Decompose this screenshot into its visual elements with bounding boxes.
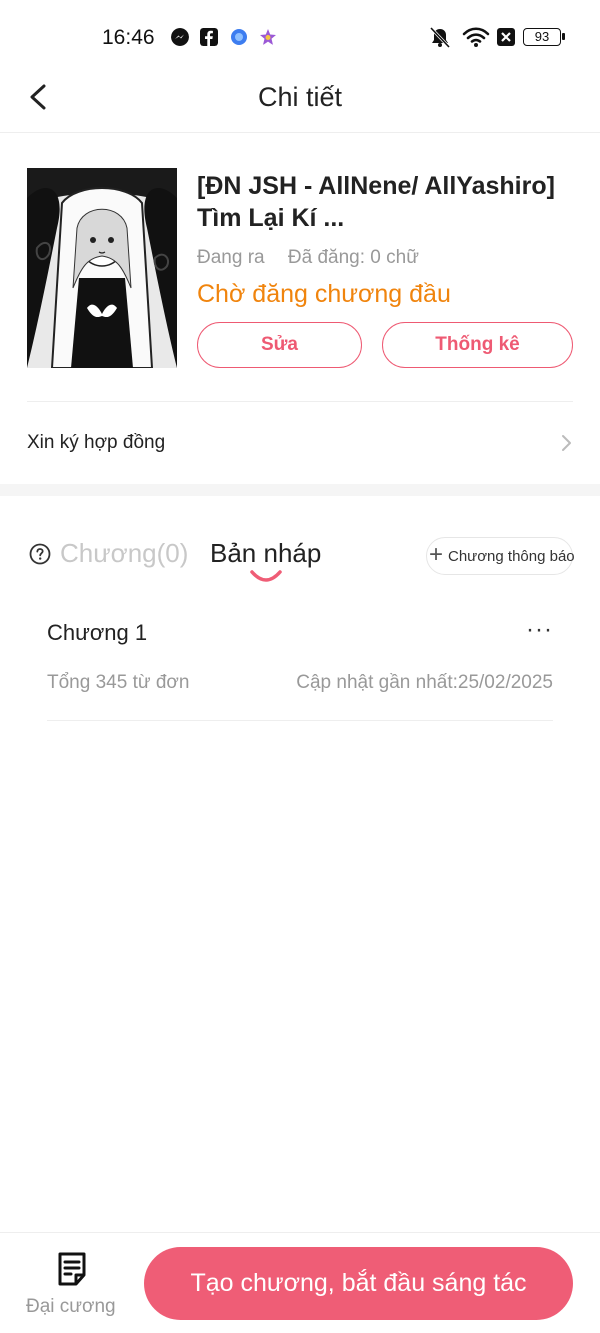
section-divider	[0, 484, 600, 496]
sim-off-icon	[497, 28, 515, 46]
app-icon-star	[260, 29, 276, 45]
outline-button[interactable]: Đại cương	[20, 1251, 124, 1321]
draft-updated-date: Cập nhật gần nhất:25/02/2025	[296, 672, 553, 693]
plus-icon: +	[429, 541, 444, 568]
cover-illustration	[27, 168, 177, 368]
create-chapter-button[interactable]: Tạo chương, bắt đầu sáng tác	[144, 1247, 573, 1320]
edit-button[interactable]: Sửa	[197, 322, 362, 368]
outline-document-icon	[58, 1252, 86, 1286]
book-meta: Đang ra Đã đăng: 0 chữ	[197, 247, 437, 269]
help-icon[interactable]	[29, 543, 51, 565]
battery-icon: 93	[523, 28, 565, 46]
facebook-icon	[200, 28, 218, 46]
draft-item[interactable]: Chương 1 ··· Tổng 345 từ đơn Cập nhật gầ…	[47, 605, 553, 721]
book-title: [ĐN JSH - AllNene/ AllYashiro] Tìm Lại K…	[197, 172, 555, 232]
contract-row[interactable]: Xin ký hợp đồng	[0, 402, 600, 484]
status-time: 16:46	[102, 26, 155, 49]
book-state: Đang ra	[197, 247, 265, 268]
header: Chi tiết	[0, 70, 600, 133]
chevron-right-icon	[562, 435, 571, 451]
outline-label: Đại cương	[26, 1296, 116, 1317]
book-cover[interactable]	[27, 168, 177, 368]
tab-chapters[interactable]: Chương(0)	[60, 538, 188, 569]
active-tab-indicator	[250, 570, 282, 582]
status-bar: 16:46 93	[0, 0, 600, 70]
draft-word-count: Tổng 345 từ đơn	[47, 672, 190, 693]
battery-tip	[562, 33, 565, 40]
contract-label: Xin ký hợp đồng	[27, 432, 166, 453]
page-title: Chi tiết	[257, 82, 343, 112]
battery-level: 93	[534, 29, 550, 44]
more-options-icon[interactable]: ···	[526, 618, 553, 642]
bottom-bar: Đại cương Tạo chương, bắt đầu sáng tác	[0, 1232, 600, 1333]
silent-bell-icon	[429, 26, 451, 48]
add-announcement-chapter-button[interactable]: + Chương thông báo	[426, 537, 575, 575]
wifi-icon	[462, 27, 490, 47]
messenger-icon	[171, 28, 189, 46]
draft-title: Chương 1	[47, 620, 148, 645]
announce-label: Chương thông báo	[448, 548, 575, 565]
book-status: Chờ đăng chương đầu	[197, 280, 451, 308]
tab-drafts[interactable]: Bản nháp	[210, 538, 321, 569]
book-published-count: Đã đăng: 0 chữ	[287, 247, 419, 268]
app-icon-blue	[231, 29, 247, 45]
stats-button[interactable]: Thống kê	[382, 322, 573, 368]
